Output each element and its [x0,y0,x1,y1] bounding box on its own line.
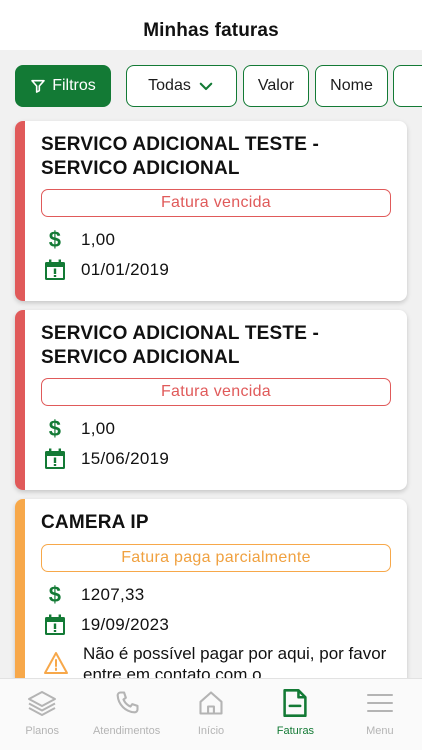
status-badge: Fatura vencida [41,189,391,217]
invoice-icon [279,687,311,719]
calendar-alert-icon [43,258,67,282]
app-header: Minhas faturas [0,0,422,50]
status-select-label: Todas [148,77,191,94]
status-stripe [15,121,25,301]
invoice-amount: 1,00 [81,419,116,438]
amount-row: $ 1,00 [43,228,115,252]
bottom-tab-bar: Planos Atendimentos Início Faturas Menu [0,678,422,750]
tab-label: Início [197,725,225,737]
amount-row: $ 1207,33 [43,583,145,607]
invoice-due-date: 15/06/2019 [81,449,170,468]
calendar-alert-icon [43,613,67,637]
tab-label: Faturas [276,725,315,737]
status-badge: Fatura vencida [41,378,391,406]
invoice-card[interactable]: SERVICO ADICIONAL TESTE - SERVICO ADICIO… [15,310,407,490]
sort-value-label: Valor [257,77,295,94]
tab-inicio[interactable]: Início [169,679,253,750]
dollar-icon: $ [48,227,62,252]
phone-icon [111,687,143,719]
status-stripe [15,310,25,490]
invoice-due-date: 19/09/2023 [81,615,170,634]
warning-text: Não é possível pagar por aqui, por favor… [83,644,387,678]
dollar-icon: $ [48,416,62,441]
invoice-title: SERVICO ADICIONAL TESTE - SERVICO ADICIO… [41,323,320,368]
invoice-card[interactable]: SERVICO ADICIONAL TESTE - SERVICO ADICIO… [15,121,407,301]
invoice-title: CAMERA IP [41,512,149,533]
tab-faturas[interactable]: Faturas [253,679,337,750]
invoice-amount: 1,00 [81,230,116,249]
invoice-amount: 1207,33 [81,585,145,604]
status-select[interactable]: Todas [126,65,237,107]
menu-icon [364,687,396,719]
tab-menu[interactable]: Menu [338,679,422,750]
more-filter-chip[interactable] [393,65,422,107]
warning-row: Não é possível pagar por aqui, por favor… [43,643,393,678]
page-title: Minhas faturas [143,20,279,41]
invoice-card[interactable]: CAMERA IP Fatura paga parcialmente $ 120… [15,499,407,678]
due-date-row: 01/01/2019 [43,258,169,282]
sort-name-button[interactable]: Nome [315,65,388,107]
home-icon [195,687,227,719]
warning-icon [43,651,69,678]
invoice-list[interactable]: SERVICO ADICIONAL TESTE - SERVICO ADICIO… [0,116,422,678]
layers-icon [26,687,58,719]
due-date-row: 19/09/2023 [43,613,169,637]
invoice-title: SERVICO ADICIONAL TESTE - SERVICO ADICIO… [41,134,320,179]
sort-value-button[interactable]: Valor [243,65,309,107]
invoice-due-date: 01/01/2019 [81,260,170,279]
tab-label: Planos [25,725,60,737]
tab-atendimentos[interactable]: Atendimentos [84,679,168,750]
amount-row: $ 1,00 [43,417,115,441]
filters-button-label: Filtros [52,77,96,94]
filter-icon [31,79,46,93]
tab-planos[interactable]: Planos [0,679,84,750]
calendar-alert-icon [43,447,67,471]
filter-bar: Filtros Todas Valor Nome [0,50,422,116]
dollar-icon: $ [48,582,62,607]
status-stripe [15,499,25,678]
status-badge: Fatura paga parcialmente [41,544,391,572]
tab-label: Menu [366,725,394,737]
tab-label: Atendimentos [92,725,161,737]
sort-name-label: Nome [330,77,373,94]
due-date-row: 15/06/2019 [43,447,169,471]
filters-button[interactable]: Filtros [15,65,111,107]
chevron-down-icon [199,82,213,91]
